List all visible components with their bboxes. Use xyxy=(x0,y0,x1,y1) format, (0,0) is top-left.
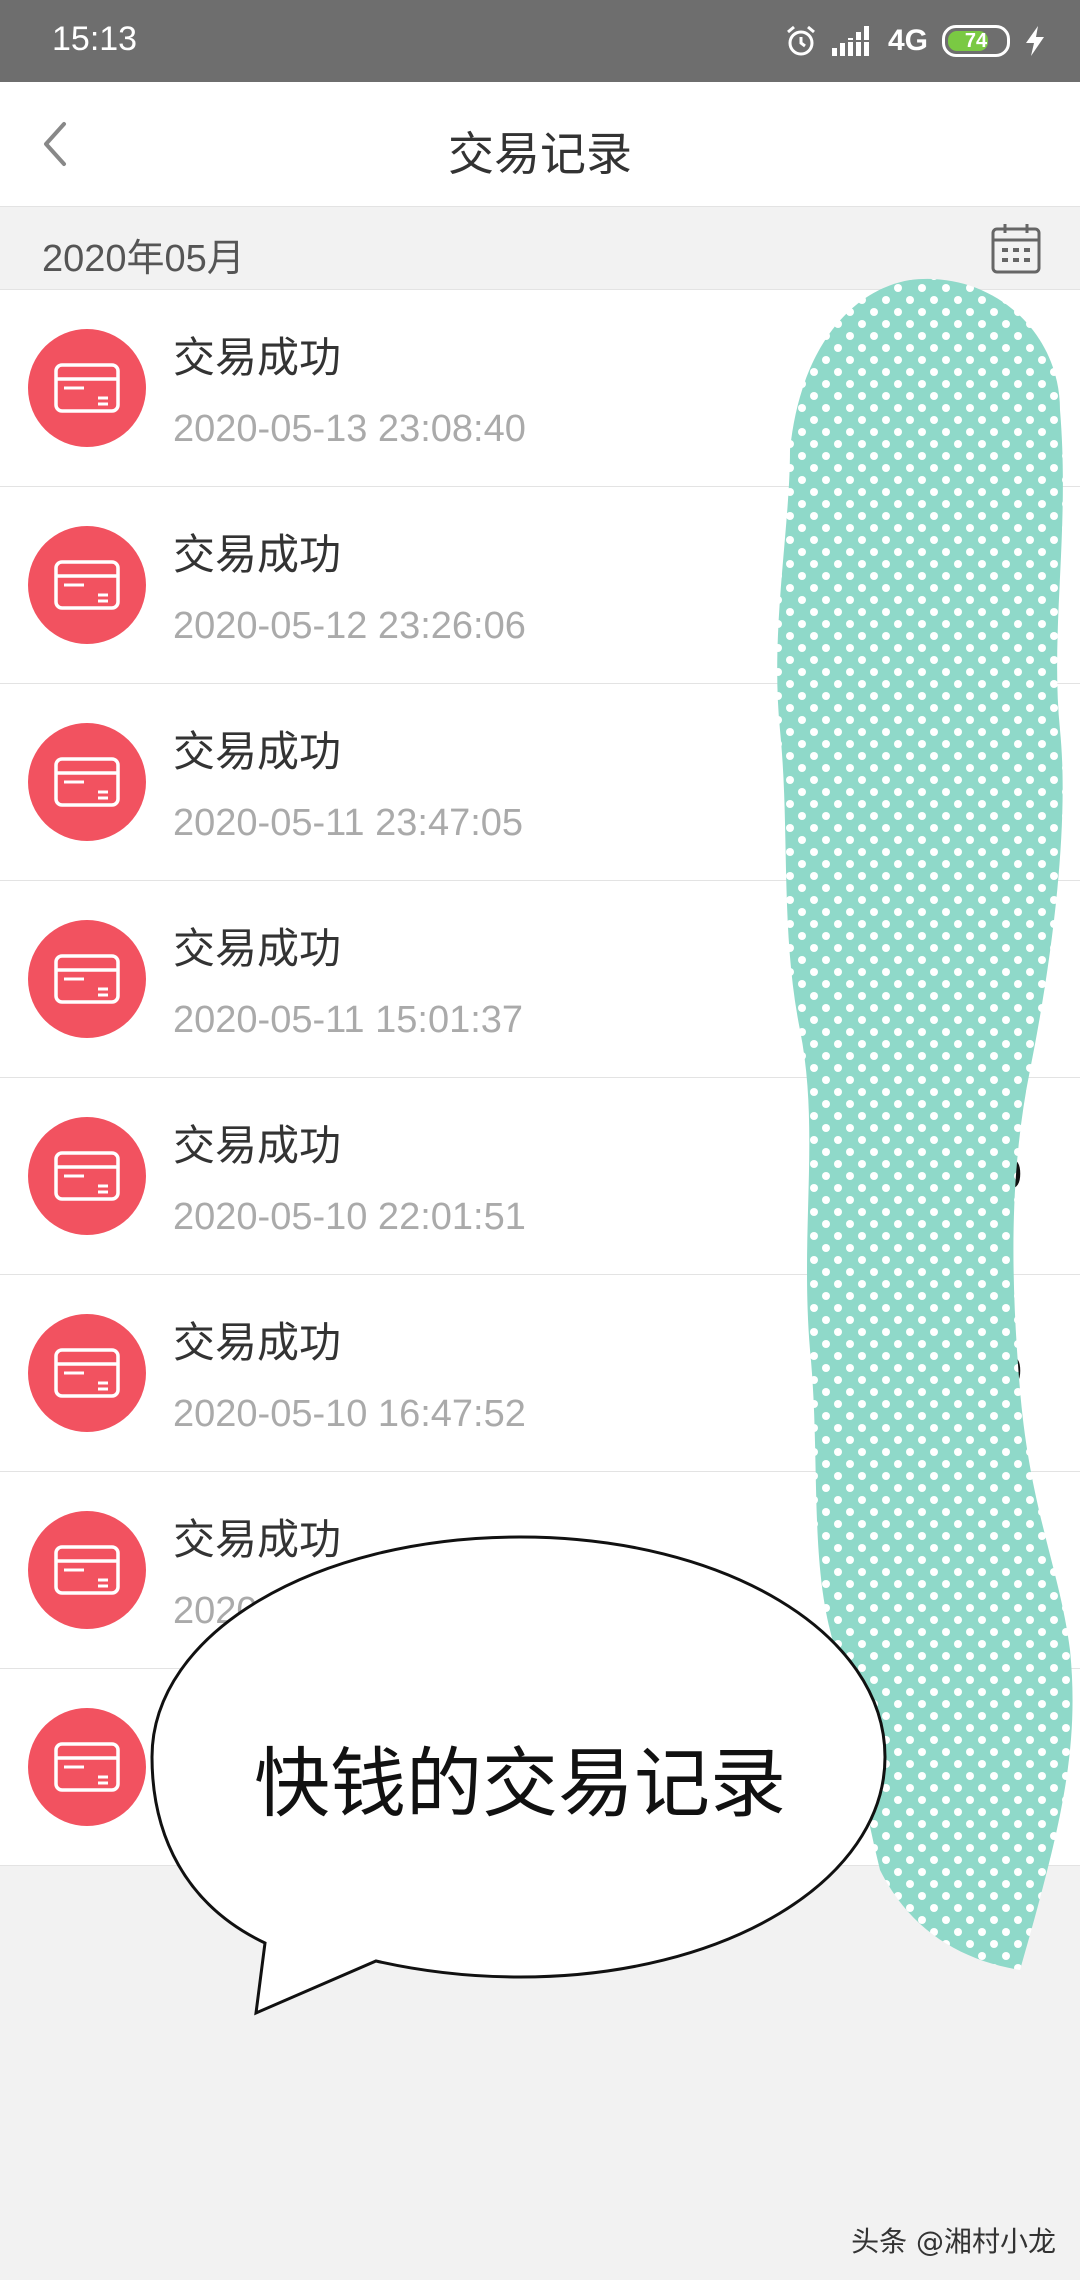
transaction-time: 2020-05-10 16:47:52 xyxy=(173,1393,526,1435)
speech-bubble-text: 快钱的交易记录 xyxy=(254,1739,786,1828)
card-icon xyxy=(28,1117,146,1235)
transaction-status: 交易成功 xyxy=(173,1121,342,1170)
alarm-icon xyxy=(787,25,815,56)
transaction-time: 2020-05-11 23:47:05 xyxy=(173,802,524,844)
transaction-status: 交易成功 xyxy=(173,924,342,973)
card-icon xyxy=(28,1708,146,1826)
transaction-status: 交易成功 xyxy=(173,530,342,579)
status-icons: 4G 74 xyxy=(784,18,1046,64)
charging-bolt-icon xyxy=(1026,26,1044,56)
battery-indicator: 74 xyxy=(942,25,1010,57)
transaction-status: 交易成功 xyxy=(173,1318,342,1367)
card-icon xyxy=(28,329,146,447)
status-bar: 15:13 4G 74 xyxy=(0,0,1080,82)
app-header: 交易记录 xyxy=(0,82,1080,207)
card-icon xyxy=(28,1511,146,1629)
transaction-status: 交易成功 xyxy=(173,333,342,382)
watermark: 头条 @湘村小龙 xyxy=(851,2225,1056,2258)
card-icon xyxy=(28,1314,146,1432)
status-time: 15:13 xyxy=(52,20,138,58)
signal-icon xyxy=(831,26,869,56)
network-type: 4G xyxy=(887,24,928,57)
card-icon xyxy=(28,920,146,1038)
calendar-icon[interactable] xyxy=(990,221,1042,275)
month-label: 2020年05月 xyxy=(42,238,245,280)
transaction-time: 2020-05-13 23:08:40 xyxy=(173,408,526,450)
transaction-time: 2020-05-10 22:01:51 xyxy=(173,1196,526,1238)
transaction-status: 交易成功 xyxy=(173,727,342,776)
transaction-time: 2020-05-11 15:01:37 xyxy=(173,999,524,1041)
battery-level: 74 xyxy=(964,29,988,52)
transaction-time: 2020-05-12 23:26:06 xyxy=(173,605,526,647)
page-title: 交易记录 xyxy=(448,127,632,181)
card-icon xyxy=(28,723,146,841)
card-icon xyxy=(28,526,146,644)
